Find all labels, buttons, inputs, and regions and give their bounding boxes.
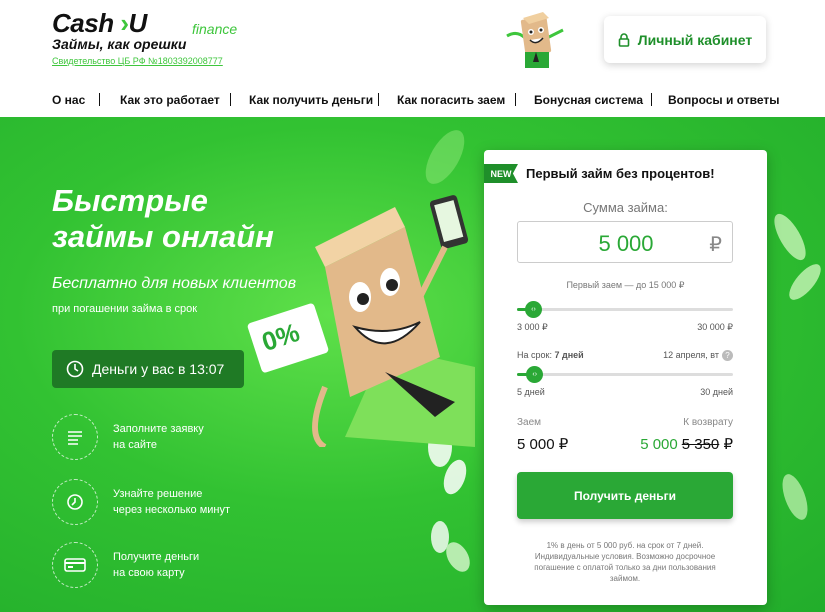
nav-item-how-it-works[interactable]: Как это работает bbox=[120, 93, 220, 107]
term-value: 7 дней bbox=[554, 350, 584, 360]
nav-divider bbox=[230, 93, 231, 106]
return-label: К возврату bbox=[683, 417, 733, 428]
hero-note: при погашении займа в срок bbox=[52, 303, 198, 315]
header: Cash ›U finance Займы, как орешки Свидет… bbox=[0, 0, 825, 82]
disclaimer: 1% в день от 5 000 руб. на срок от 7 дне… bbox=[534, 541, 716, 583]
amount-label: Сумма займа: bbox=[583, 200, 668, 215]
lock-icon bbox=[618, 32, 630, 47]
term-label: На срок: bbox=[517, 350, 552, 360]
hero-section: Быстрые займы онлайн Бесплатно для новых… bbox=[0, 117, 825, 612]
term-min-label: 5 дней bbox=[517, 387, 545, 397]
logo-text: Cash ›U bbox=[52, 8, 147, 38]
loan-label: Заем bbox=[517, 417, 542, 428]
loan-value: 5 000 ₽ bbox=[517, 436, 569, 453]
delivery-timer-text: Деньги у вас в 13:07 bbox=[92, 361, 225, 377]
return-old-value: 5 350 bbox=[681, 436, 720, 453]
amount-value: 5 000 bbox=[598, 231, 654, 256]
amount-slider[interactable]: ‹› bbox=[517, 301, 733, 318]
slogan: Займы, как орешки bbox=[52, 36, 187, 52]
nav-item-how-to-get-money[interactable]: Как получить деньги bbox=[249, 93, 373, 107]
logo-subtitle: finance bbox=[192, 21, 238, 37]
form-icon bbox=[52, 414, 98, 460]
personal-cabinet-label: Личный кабинет bbox=[637, 31, 753, 48]
step-receive-money: Получите деньги на свою карту bbox=[52, 542, 272, 588]
clock-icon bbox=[66, 360, 84, 378]
nav-divider bbox=[515, 93, 516, 106]
nav-divider bbox=[378, 93, 379, 106]
return-value: 5 000 5 350 ₽ bbox=[640, 436, 733, 453]
personal-cabinet-button[interactable]: Личный кабинет bbox=[604, 16, 766, 63]
amount-input[interactable]: 5 000 ₽ bbox=[517, 221, 733, 263]
amount-min-label: 3 000 ₽ bbox=[517, 322, 548, 332]
calculator-title: Первый займ без процентов! bbox=[526, 166, 715, 181]
new-badge: NEW bbox=[484, 164, 518, 183]
first-loan-hint: Первый заем — до 15 000 ₽ bbox=[566, 280, 685, 290]
loan-calculator: NEW Первый займ без процентов! Сумма зай… bbox=[484, 150, 767, 605]
nav-item-bonus-system[interactable]: Бонусная система bbox=[534, 93, 643, 107]
amount-max-label: 30 000 ₽ bbox=[697, 322, 733, 332]
mascot-icon bbox=[506, 12, 564, 68]
page: Cash ›U finance Займы, как орешки Свидет… bbox=[0, 0, 825, 612]
step-get-decision: Узнайте решение через несколько минут bbox=[52, 479, 272, 525]
return-date: 12 апреля, вт bbox=[663, 350, 719, 360]
cb-certificate-link[interactable]: Свидетельство ЦБ РФ №1803392008777 bbox=[52, 56, 223, 66]
logo[interactable]: Cash ›U finance bbox=[52, 8, 237, 38]
term-slider-handle[interactable]: ‹› bbox=[526, 366, 544, 383]
term-max-label: 30 дней bbox=[700, 387, 733, 397]
card-icon bbox=[52, 542, 98, 588]
nav-item-faq[interactable]: Вопросы и ответы bbox=[668, 93, 779, 107]
nav-divider bbox=[99, 93, 100, 106]
main-nav: О нас Как это работает Как получить день… bbox=[0, 82, 825, 117]
nav-item-about[interactable]: О нас bbox=[52, 93, 85, 107]
clock-icon bbox=[52, 479, 98, 525]
amount-slider-handle[interactable]: ‹› bbox=[524, 301, 542, 318]
ruble-sign: ₽ bbox=[709, 234, 722, 256]
help-icon[interactable]: ? bbox=[722, 350, 733, 361]
term-slider[interactable]: ‹› bbox=[517, 366, 733, 383]
get-money-button[interactable]: Получить деньги bbox=[517, 472, 733, 519]
nav-divider bbox=[651, 93, 652, 106]
term-row: На срок: 7 дней 12 апреля, вт? bbox=[517, 350, 733, 361]
nav-item-how-to-repay[interactable]: Как погасить заем bbox=[397, 93, 505, 107]
delivery-timer: Деньги у вас в 13:07 bbox=[52, 350, 244, 388]
step-fill-form: Заполните заявку на сайте bbox=[52, 414, 272, 460]
mascot-illustration bbox=[247, 195, 475, 447]
